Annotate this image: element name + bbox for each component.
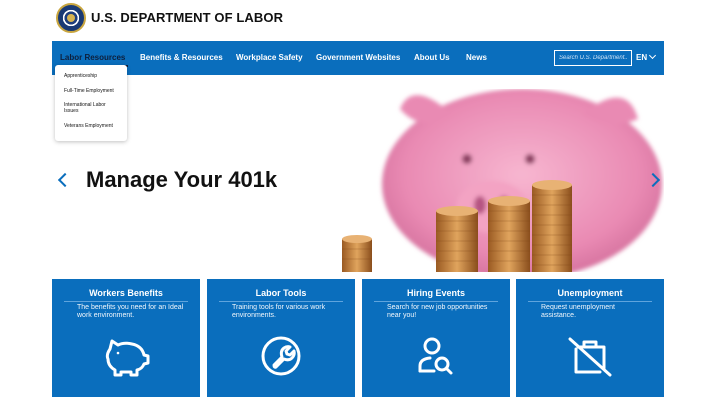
card-description: Training tools for various work environm… — [232, 304, 326, 319]
nav-item-workplace-safety[interactable]: Workplace Safety — [236, 53, 303, 62]
card-divider — [64, 301, 188, 302]
card-hiring-events[interactable]: Hiring Events Search for new job opportu… — [362, 279, 510, 397]
card-labor-tools[interactable]: Labor Tools Training tools for various w… — [207, 279, 355, 397]
card-divider — [528, 301, 652, 302]
nav-item-government-websites[interactable]: Government Websites — [316, 53, 400, 62]
main-nav: Labor Resources Benefits & Resources Wor… — [52, 41, 664, 75]
chevron-left-icon[interactable] — [57, 172, 73, 188]
dol-seal-icon[interactable] — [56, 3, 86, 33]
labor-resources-dropdown: Apprenticeship Full-Time Employment Inte… — [55, 65, 127, 141]
wrench-icon — [261, 336, 301, 376]
card-divider — [374, 301, 498, 302]
card-unemployment[interactable]: Unemployment Request unemployment assist… — [516, 279, 664, 397]
dropdown-item-apprenticeship[interactable]: Apprenticeship — [64, 73, 97, 79]
language-selector[interactable]: EN — [636, 51, 657, 62]
hero-carousel: Manage Your 401k — [52, 89, 664, 272]
briefcase-off-icon — [568, 337, 612, 377]
nav-item-benefits-resources[interactable]: Benefits & Resources — [140, 53, 223, 62]
card-title: Hiring Events — [406, 288, 465, 298]
language-label: EN — [636, 53, 648, 62]
hero-title: Manage Your 401k — [86, 167, 278, 192]
card-title: Workers Benefits — [89, 288, 163, 298]
site-header: U.S. DEPARTMENT OF LABOR — [0, 0, 716, 40]
nav-item-labor-resources[interactable]: Labor Resources — [60, 53, 125, 62]
nav-item-news[interactable]: News — [466, 53, 487, 62]
card-workers-benefits[interactable]: Workers Benefits The benefits you need f… — [52, 279, 200, 397]
dropdown-item-international-labor-issues[interactable]: International Labor Issues — [64, 102, 116, 114]
dropdown-item-full-time-employment[interactable]: Full-Time Employment — [64, 88, 114, 94]
nav-item-about-us[interactable]: About Us — [414, 53, 450, 62]
card-description: The benefits you need for an Ideal work … — [77, 304, 184, 319]
card-title: Labor Tools — [255, 288, 307, 298]
card-description: Search for new job opportunities near yo… — [387, 304, 488, 319]
card-divider — [219, 301, 343, 302]
chevron-down-icon — [649, 51, 657, 60]
piggy-bank-icon — [105, 339, 150, 377]
page: U.S. DEPARTMENT OF LABOR Labor Resources… — [0, 0, 716, 403]
agency-name[interactable]: U.S. DEPARTMENT OF LABOR — [91, 10, 283, 25]
card-description: Request unemployment assistance. — [541, 304, 615, 319]
dropdown-item-veterans-employment[interactable]: Veterans Employment — [64, 123, 113, 129]
search-input[interactable] — [554, 50, 632, 66]
piggy-bank-image — [342, 89, 664, 272]
person-search-icon — [418, 337, 453, 375]
card-title: Unemployment — [557, 288, 623, 298]
